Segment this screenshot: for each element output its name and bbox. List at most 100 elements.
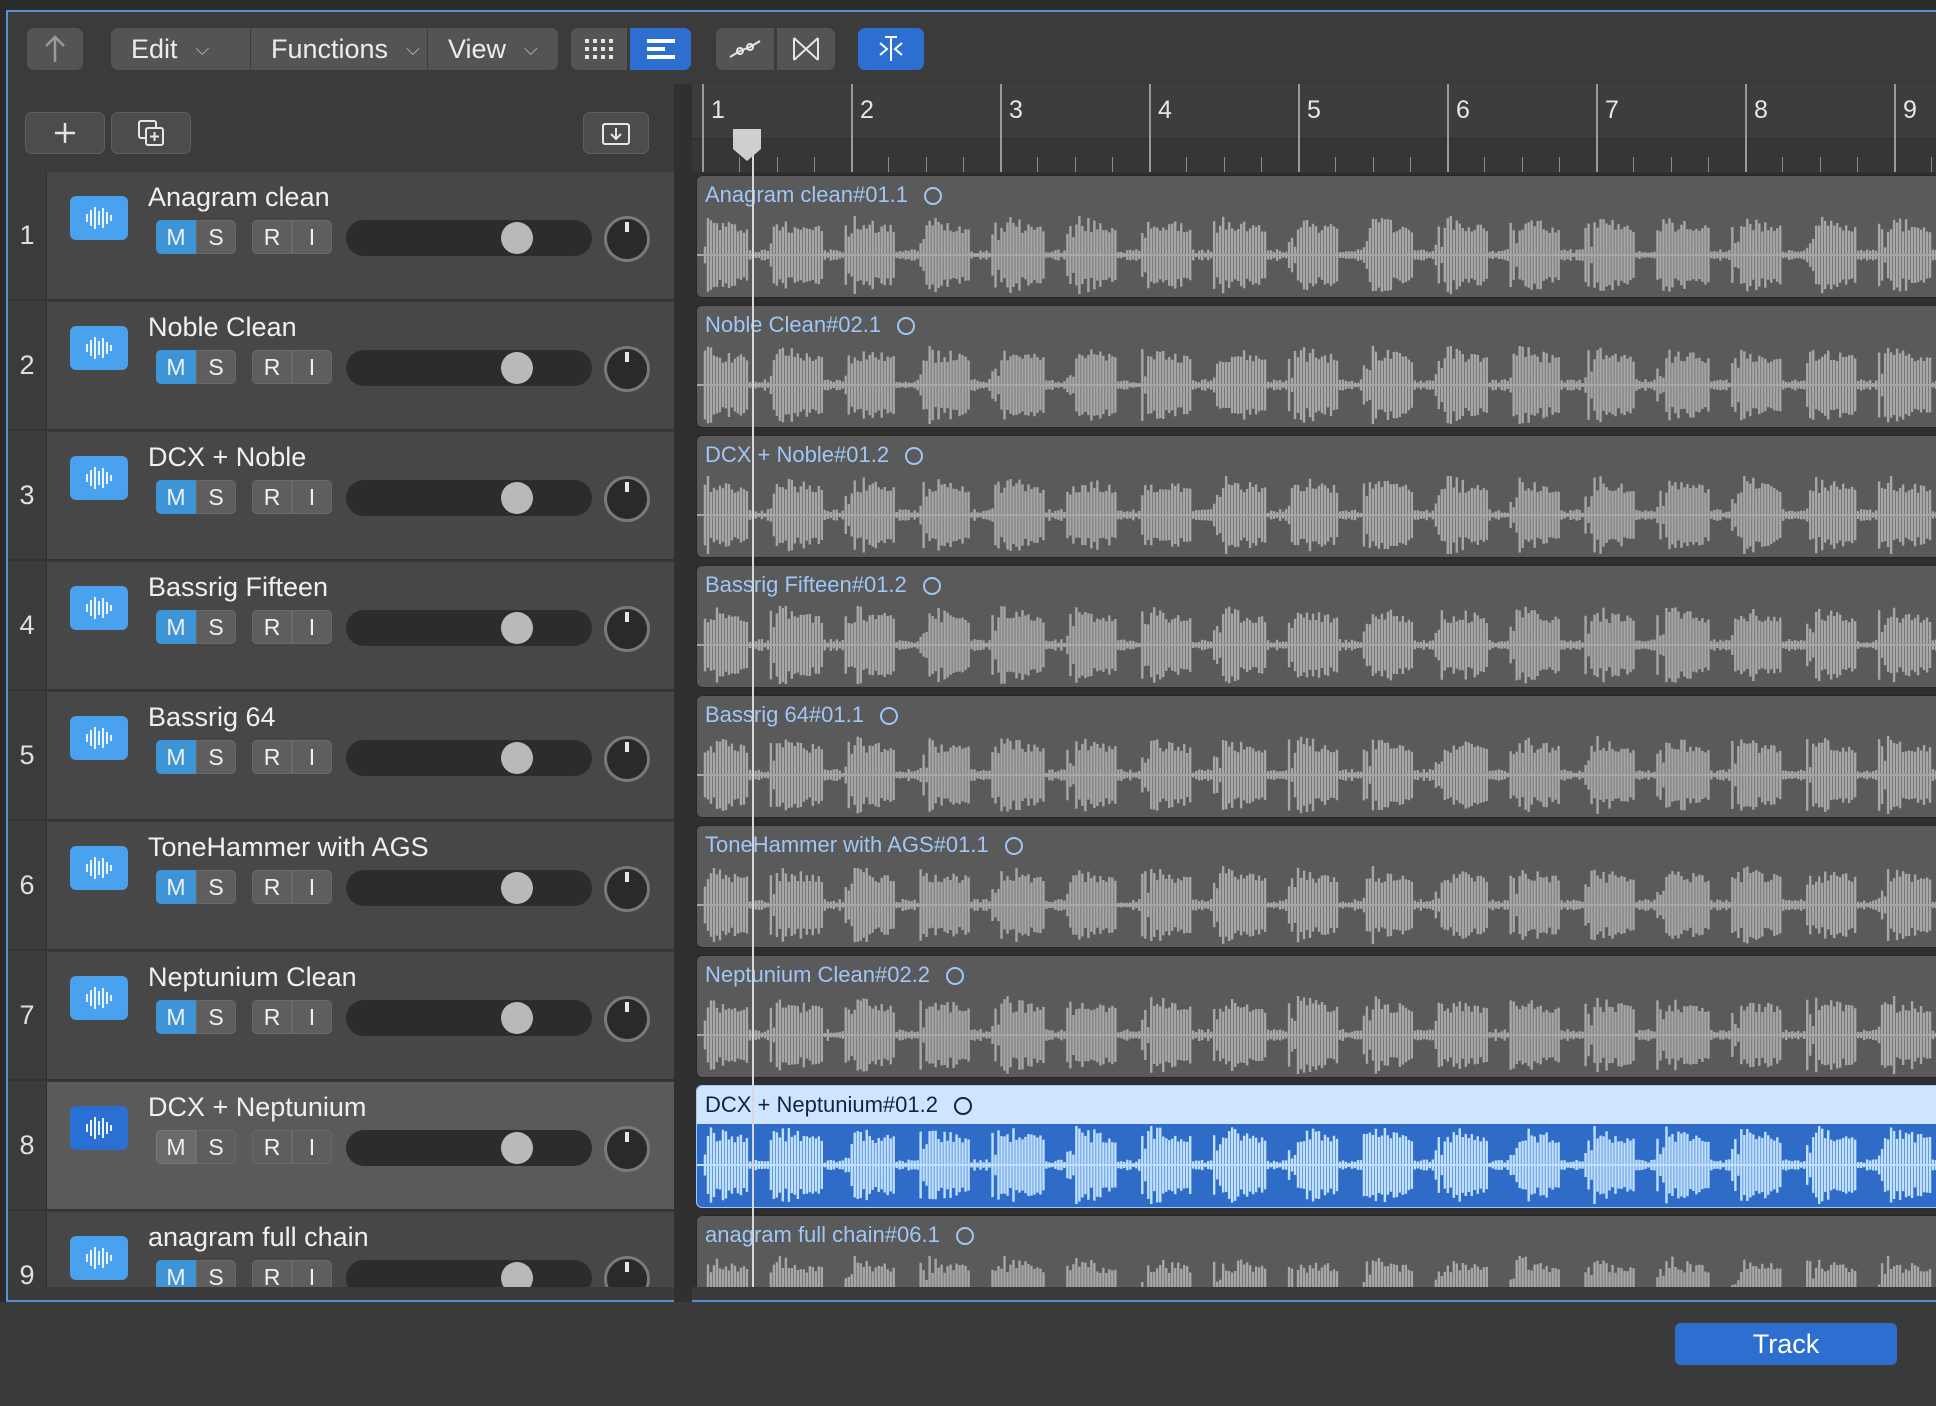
audio-waveform-icon[interactable] xyxy=(70,716,128,760)
volume-slider[interactable] xyxy=(346,220,592,256)
solo-button[interactable]: S xyxy=(196,220,236,254)
input-monitor-button[interactable]: I xyxy=(292,1260,332,1287)
volume-slider-knob[interactable] xyxy=(501,612,533,644)
tracks-view-button[interactable] xyxy=(630,28,691,70)
input-monitor-button[interactable]: I xyxy=(292,1000,332,1034)
solo-button[interactable]: S xyxy=(196,740,236,774)
pan-knob[interactable] xyxy=(604,346,650,392)
solo-button[interactable]: S xyxy=(196,1260,236,1287)
mute-button[interactable]: M xyxy=(156,1000,196,1034)
record-enable-button[interactable]: R xyxy=(252,480,292,514)
input-monitor-button[interactable]: I xyxy=(292,1130,332,1164)
volume-slider-knob[interactable] xyxy=(501,352,533,384)
audio-region[interactable]: ToneHammer with AGS#01.1 xyxy=(696,825,1936,948)
audio-region[interactable]: Bassrig Fifteen#01.2 xyxy=(696,565,1936,688)
volume-slider-knob[interactable] xyxy=(501,872,533,904)
volume-slider-knob[interactable] xyxy=(501,1002,533,1034)
audio-region[interactable]: Neptunium Clean#02.2 xyxy=(696,955,1936,1078)
mute-button[interactable]: M xyxy=(156,610,196,644)
pan-knob[interactable] xyxy=(604,476,650,522)
audio-region[interactable]: DCX + Neptunium#01.2 xyxy=(696,1085,1936,1208)
duplicate-track-button[interactable] xyxy=(111,112,191,154)
audio-waveform-icon[interactable] xyxy=(70,1236,128,1280)
collapse-button[interactable] xyxy=(583,112,649,154)
track-header[interactable]: 9 anagram full chain M S R I xyxy=(8,1212,674,1287)
track-name[interactable]: anagram full chain xyxy=(148,1222,369,1253)
track-header[interactable]: 5 Bassrig 64 M S R I xyxy=(8,692,674,821)
pan-knob[interactable] xyxy=(604,216,650,262)
input-monitor-button[interactable]: I xyxy=(292,480,332,514)
solo-button[interactable]: S xyxy=(196,480,236,514)
track-name[interactable]: Neptunium Clean xyxy=(148,962,357,993)
track-header[interactable]: 2 Noble Clean M S R I xyxy=(8,302,674,431)
mute-button[interactable]: M xyxy=(156,480,196,514)
audio-region[interactable]: Bassrig 64#01.1 xyxy=(696,695,1936,818)
track-name[interactable]: Noble Clean xyxy=(148,312,297,343)
input-monitor-button[interactable]: I xyxy=(292,870,332,904)
input-monitor-button[interactable]: I xyxy=(292,350,332,384)
track-name[interactable]: DCX + Noble xyxy=(148,442,306,473)
solo-button[interactable]: S xyxy=(196,610,236,644)
track-header[interactable]: 4 Bassrig Fifteen M S R I xyxy=(8,562,674,691)
audio-waveform-icon[interactable] xyxy=(70,196,128,240)
back-up-button[interactable] xyxy=(27,28,83,70)
mute-button[interactable]: M xyxy=(156,1260,196,1287)
pan-knob[interactable] xyxy=(604,866,650,912)
mute-button[interactable]: M xyxy=(156,740,196,774)
volume-slider[interactable] xyxy=(346,870,592,906)
volume-slider-knob[interactable] xyxy=(501,482,533,514)
solo-button[interactable]: S xyxy=(196,350,236,384)
audio-waveform-icon[interactable] xyxy=(70,976,128,1020)
volume-slider[interactable] xyxy=(346,610,592,646)
menu-edit[interactable]: Edit ⌵ xyxy=(111,28,251,70)
automation-button[interactable] xyxy=(716,28,774,70)
menu-functions[interactable]: Functions ⌵ xyxy=(251,28,428,70)
record-enable-button[interactable]: R xyxy=(252,1000,292,1034)
flex-button[interactable] xyxy=(777,28,835,70)
volume-slider[interactable] xyxy=(346,1260,592,1287)
pan-knob[interactable] xyxy=(604,736,650,782)
audio-waveform-icon[interactable] xyxy=(70,326,128,370)
track-header[interactable]: 1 Anagram clean M S R I xyxy=(8,172,674,301)
record-enable-button[interactable]: R xyxy=(252,740,292,774)
volume-slider[interactable] xyxy=(346,350,592,386)
volume-slider[interactable] xyxy=(346,1130,592,1166)
input-monitor-button[interactable]: I xyxy=(292,220,332,254)
catch-playhead-button[interactable] xyxy=(858,28,924,70)
volume-slider-knob[interactable] xyxy=(501,1262,533,1287)
pan-knob[interactable] xyxy=(604,1126,650,1172)
record-enable-button[interactable]: R xyxy=(252,610,292,644)
record-enable-button[interactable]: R xyxy=(252,350,292,384)
playhead-handle-icon[interactable] xyxy=(727,125,767,165)
pan-knob[interactable] xyxy=(604,1256,650,1287)
audio-region[interactable]: anagram full chain#06.1 xyxy=(696,1215,1936,1287)
solo-button[interactable]: S xyxy=(196,870,236,904)
audio-region[interactable]: Anagram clean#01.1 xyxy=(696,175,1936,298)
track-name[interactable]: Bassrig Fifteen xyxy=(148,572,328,603)
arrange-area[interactable]: Anagram clean#01.1 Noble Clean#02.1 DCX … xyxy=(692,172,1936,1287)
volume-slider[interactable] xyxy=(346,480,592,516)
volume-slider-knob[interactable] xyxy=(501,222,533,254)
track-header[interactable]: 8 DCX + Neptunium M S R I xyxy=(8,1082,674,1211)
volume-slider[interactable] xyxy=(346,1000,592,1036)
audio-waveform-icon[interactable] xyxy=(70,456,128,500)
mute-button[interactable]: M xyxy=(156,870,196,904)
track-header[interactable]: 6 ToneHammer with AGS M S R I xyxy=(8,822,674,951)
track-header[interactable]: 7 Neptunium Clean M S R I xyxy=(8,952,674,1081)
add-track-button[interactable] xyxy=(25,112,105,154)
track-header[interactable]: 3 DCX + Noble M S R I xyxy=(8,432,674,561)
audio-region[interactable]: Noble Clean#02.1 xyxy=(696,305,1936,428)
menu-view[interactable]: View ⌵ xyxy=(428,28,558,70)
pan-knob[interactable] xyxy=(604,996,650,1042)
pan-knob[interactable] xyxy=(604,606,650,652)
track-editor-button[interactable]: Track xyxy=(1675,1323,1897,1365)
track-name[interactable]: ToneHammer with AGS xyxy=(148,832,429,863)
bar-ruler[interactable]: 1 2 3 4 5 6 7 8 9 xyxy=(692,84,1936,173)
audio-waveform-icon[interactable] xyxy=(70,1106,128,1150)
solo-button[interactable]: S xyxy=(196,1000,236,1034)
mute-button[interactable]: M xyxy=(156,1130,196,1164)
solo-button[interactable]: S xyxy=(196,1130,236,1164)
volume-slider-knob[interactable] xyxy=(501,742,533,774)
track-name[interactable]: Anagram clean xyxy=(148,182,330,213)
input-monitor-button[interactable]: I xyxy=(292,610,332,644)
